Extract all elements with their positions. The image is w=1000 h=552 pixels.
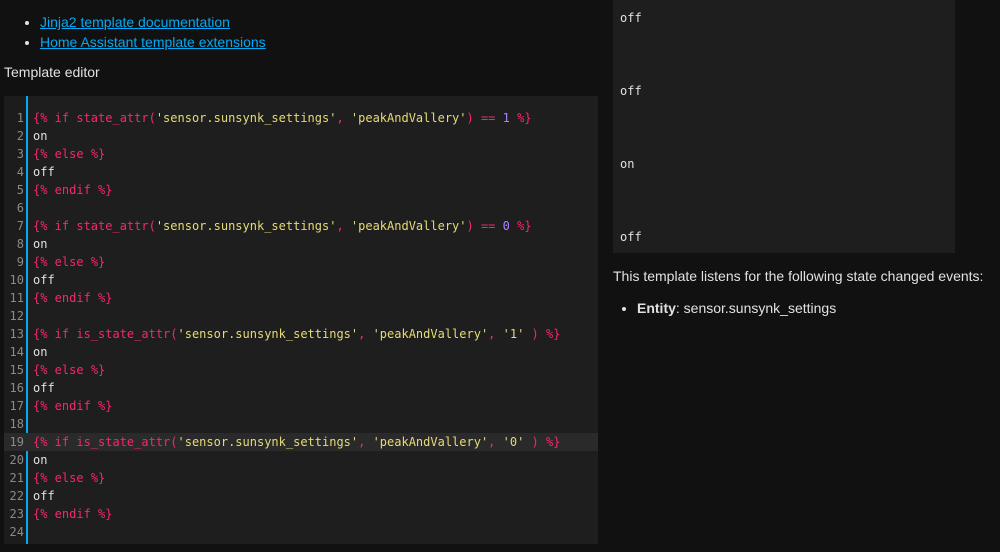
line-number: 18 xyxy=(9,417,24,431)
code-line[interactable]: 5 {% endif %} xyxy=(4,181,598,199)
line-number: 14 xyxy=(9,345,24,359)
code-text[interactable]: on xyxy=(33,127,47,145)
code-text[interactable]: {% if is_state_attr('sensor.sunsynk_sett… xyxy=(33,433,560,451)
line-number: 5 xyxy=(16,183,24,197)
code-area[interactable]: 1 {% if state_attr('sensor.sunsynk_settin… xyxy=(4,109,598,541)
code-line[interactable]: 1 {% if state_attr('sensor.sunsynk_settin… xyxy=(4,109,598,127)
code-line[interactable]: 20 on xyxy=(4,451,598,469)
line-number: 10 xyxy=(9,273,24,287)
code-text[interactable]: {% if is_state_attr('sensor.sunsynk_sett… xyxy=(33,325,560,343)
line-number: 17 xyxy=(9,399,24,413)
jinja2-docs-link[interactable]: Jinja2 template documentation xyxy=(40,14,230,30)
code-text[interactable]: {% if state_attr('sensor.sunsynk_setting… xyxy=(33,109,532,127)
code-line[interactable]: 3 {% else %} xyxy=(4,145,598,163)
code-line[interactable]: 13 {% if is_state_attr('sensor.sunsynk_se… xyxy=(4,325,598,343)
code-line[interactable]: 18 xyxy=(4,415,598,433)
line-number: 6 xyxy=(16,201,24,215)
code-line[interactable]: 15 {% else %} xyxy=(4,361,598,379)
template-editor[interactable]: 1 {% if state_attr('sensor.sunsynk_settin… xyxy=(4,96,598,544)
line-number: 11 xyxy=(9,291,24,305)
line-number: 1 xyxy=(16,111,24,125)
code-line[interactable]: 22 off xyxy=(4,487,598,505)
code-line[interactable]: 21 {% else %} xyxy=(4,469,598,487)
ha-template-extensions-link[interactable]: Home Assistant template extensions xyxy=(40,34,266,50)
code-line[interactable]: 24 xyxy=(4,523,598,541)
entity-value: : sensor.sunsynk_settings xyxy=(675,300,837,316)
list-item: Home Assistant template extensions xyxy=(40,32,266,52)
code-text[interactable]: off xyxy=(33,163,55,181)
code-text[interactable]: {% endif %} xyxy=(33,181,112,199)
line-number: 22 xyxy=(9,489,24,503)
code-line[interactable]: 12 xyxy=(4,307,598,325)
code-line[interactable]: 14 on xyxy=(4,343,598,361)
code-text[interactable]: {% else %} xyxy=(33,253,105,271)
code-line[interactable]: 23 {% endif %} xyxy=(4,505,598,523)
docs-links: Jinja2 template documentation Home Assis… xyxy=(23,12,266,52)
code-text[interactable]: {% else %} xyxy=(33,145,105,163)
code-line[interactable]: 11 {% endif %} xyxy=(4,289,598,307)
code-line[interactable]: 16 off xyxy=(4,379,598,397)
code-text[interactable]: {% if state_attr('sensor.sunsynk_setting… xyxy=(33,217,532,235)
entity-label: Entity xyxy=(637,300,676,316)
code-text[interactable]: {% else %} xyxy=(33,361,105,379)
result-line: off xyxy=(620,84,642,98)
code-line[interactable]: 8 on xyxy=(4,235,598,253)
line-number: 24 xyxy=(9,525,24,539)
line-number: 20 xyxy=(9,453,24,467)
code-text[interactable]: off xyxy=(33,379,55,397)
result-line: off xyxy=(620,11,642,25)
line-number: 2 xyxy=(16,129,24,143)
line-number: 9 xyxy=(16,255,24,269)
listened-entities: Entity: sensor.sunsynk_settings xyxy=(620,298,836,318)
code-line[interactable]: 2 on xyxy=(4,127,598,145)
code-line[interactable]: 4 off xyxy=(4,163,598,181)
code-text[interactable]: on xyxy=(33,451,47,469)
code-text[interactable]: on xyxy=(33,343,47,361)
code-text[interactable]: off xyxy=(33,271,55,289)
code-text[interactable]: {% endif %} xyxy=(33,289,112,307)
line-number: 15 xyxy=(9,363,24,377)
code-line[interactable]: 9 {% else %} xyxy=(4,253,598,271)
line-number: 3 xyxy=(16,147,24,161)
line-number: 4 xyxy=(16,165,24,179)
code-text[interactable]: {% else %} xyxy=(33,469,105,487)
result-line: on xyxy=(620,157,635,171)
result-line: off xyxy=(620,230,642,244)
code-text[interactable]: off xyxy=(33,487,55,505)
editor-label: Template editor xyxy=(4,64,100,80)
line-number: 7 xyxy=(16,219,24,233)
entity-item: Entity: sensor.sunsynk_settings xyxy=(637,298,836,318)
template-result: off off on off xyxy=(613,0,955,253)
line-number: 13 xyxy=(9,327,24,341)
code-line[interactable]: 6 xyxy=(4,199,598,217)
code-text[interactable]: {% endif %} xyxy=(33,397,112,415)
line-number: 21 xyxy=(9,471,24,485)
line-number: 16 xyxy=(9,381,24,395)
code-line[interactable]: 17 {% endif %} xyxy=(4,397,598,415)
code-line[interactable]: 10 off xyxy=(4,271,598,289)
line-number: 19 xyxy=(9,435,24,449)
listen-description: This template listens for the following … xyxy=(613,268,984,284)
line-number: 8 xyxy=(16,237,24,251)
line-number: 12 xyxy=(9,309,24,323)
code-text[interactable]: {% endif %} xyxy=(33,505,112,523)
list-item: Jinja2 template documentation xyxy=(40,12,266,32)
line-number: 23 xyxy=(9,507,24,521)
code-text[interactable]: on xyxy=(33,235,47,253)
code-line[interactable]: 7 {% if state_attr('sensor.sunsynk_settin… xyxy=(4,217,598,235)
code-line[interactable]: 19 {% if is_state_attr('sensor.sunsynk_se… xyxy=(4,433,598,451)
